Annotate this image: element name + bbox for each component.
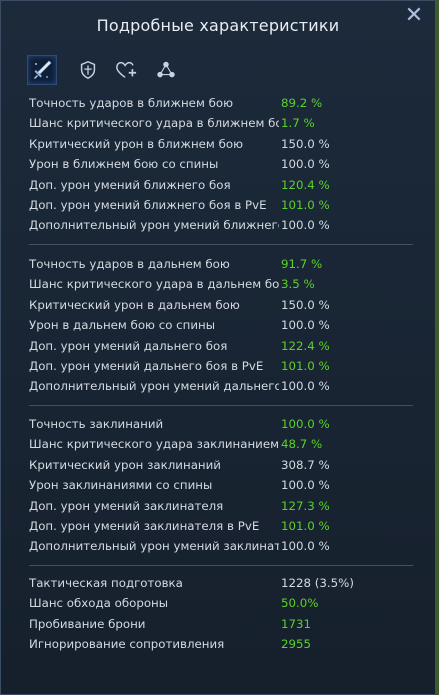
stat-value: 1.7 %	[281, 116, 315, 131]
stat-row: Доп. урон умений дальнего боя 122.4 %	[29, 336, 429, 356]
stat-value: 100.0 %	[281, 379, 330, 394]
sword-icon	[34, 60, 52, 79]
stat-label: Точность ударов в дальнем бою	[29, 257, 230, 271]
stat-row: Критический урон в дальнем бою 150.0 %	[29, 295, 429, 315]
section-divider	[29, 244, 413, 245]
stat-row: Урон в дальнем бою со спины 100.0 %	[29, 315, 429, 335]
stat-value: 48.7 %	[281, 437, 323, 452]
stat-label: Критический урон в дальнем бою	[29, 297, 240, 312]
stat-value: 1731	[281, 616, 312, 631]
stat-row: Пробивание брони 1731	[29, 614, 429, 634]
stat-label: Шанс критического удара в дальнем бою	[29, 277, 279, 292]
stat-value: 122.4 %	[281, 338, 330, 353]
stat-value: 100.0 %	[281, 218, 330, 233]
stat-label: Доп. урон умений заклинателя	[29, 498, 224, 513]
stat-value: 150.0 %	[281, 136, 330, 151]
stat-row: Критический урон в ближнем бою 150.0 %	[29, 134, 429, 154]
section-divider	[29, 565, 413, 566]
stat-value: 100.0 %	[281, 417, 330, 431]
stat-label: Доп. урон умений ближнего боя в PvE	[29, 197, 267, 212]
ranged-stats-section: Точность ударов в дальнем бою 91.7 % Шанс…	[29, 254, 429, 397]
stat-row: Точность ударов в ближнем бою 89.2 %	[29, 93, 429, 113]
tab-attack[interactable]	[27, 55, 57, 85]
stat-value: 100.0 %	[281, 157, 330, 172]
stat-value: 127.3 %	[281, 498, 330, 513]
melee-stats-section: Точность ударов в ближнем бою 89.2 % Шанс…	[29, 93, 429, 236]
stat-row: Дополнительный урон умений ближнего.. 100…	[29, 215, 429, 235]
stat-label: Доп. урон умений дальнего боя в PvE	[29, 358, 264, 373]
stat-label: Точность заклинаний	[29, 417, 164, 431]
stat-value: 91.7 %	[281, 257, 323, 271]
stat-value: 1228 (3.5%)	[281, 576, 354, 590]
stat-value: 100.0 %	[281, 539, 330, 554]
stat-label: Дополнительный урон умений заклинате..	[29, 539, 279, 554]
stat-label: Урон в ближнем бою со спины	[29, 157, 219, 172]
stat-label: Доп. урон умений дальнего боя	[29, 338, 228, 353]
stat-label: Дополнительный урон умений дальнего ..	[29, 379, 279, 394]
stat-row: Доп. урон умений ближнего боя 120.4 %	[29, 175, 429, 195]
stat-value: 101.0 %	[281, 518, 330, 533]
stat-row: Шанс обхода обороны 50.0%	[29, 593, 429, 613]
stat-row: Точность заклинаний 100.0 %	[29, 414, 429, 434]
detailed-stats-panel: Подробные характеристики ✕ Точность удар…	[0, 0, 439, 695]
stat-label: Урон заклинаниями со спины	[29, 478, 213, 493]
stat-row: Урон заклинаниями со спины 100.0 %	[29, 475, 429, 495]
stat-value: 308.7 %	[281, 457, 330, 472]
stat-label: Тактическая подготовка	[29, 576, 183, 590]
panel-title: Подробные характеристики	[96, 16, 340, 35]
stat-label: Критический урон в ближнем бою	[29, 136, 243, 151]
section-divider	[29, 405, 413, 406]
tab-health[interactable]	[111, 55, 141, 85]
stat-label: Критический урон заклинаний	[29, 457, 221, 472]
close-button[interactable]: ✕	[403, 5, 425, 27]
stat-label: Точность ударов в ближнем бою	[29, 96, 234, 110]
stat-row: Тактическая подготовка 1228 (3.5%)	[29, 573, 429, 593]
shield-icon	[80, 60, 96, 80]
stat-row: Доп. урон умений ближнего боя в PvE 101.0…	[29, 195, 429, 215]
stat-row: Игнорирование сопротивления 2955	[29, 634, 429, 654]
tab-defense[interactable]	[73, 55, 103, 85]
stat-row: Критический урон заклинаний 308.7 %	[29, 455, 429, 475]
stat-label: Пробивание брони	[29, 616, 146, 631]
stat-value: 100.0 %	[281, 478, 330, 493]
stat-row: Доп. урон умений дальнего боя в PvE 101.0…	[29, 356, 429, 376]
tab-other[interactable]	[151, 55, 181, 85]
stat-value: 100.0 %	[281, 318, 330, 333]
stat-row: Доп. урон умений заклинателя 127.3 %	[29, 496, 429, 516]
stat-value: 101.0 %	[281, 358, 330, 373]
stat-label: Шанс критического удара в ближнем бою	[29, 116, 279, 131]
heart-plus-icon	[116, 61, 137, 78]
stat-value: 50.0%	[281, 596, 319, 611]
stat-value: 101.0 %	[281, 197, 330, 212]
stat-row: Дополнительный урон умений заклинате.. 10…	[29, 536, 429, 556]
stat-label: Шанс критического удара заклинанием	[29, 437, 279, 452]
magic-stats-section: Точность заклинаний 100.0 % Шанс критичес…	[29, 414, 429, 557]
close-icon: ✕	[404, 3, 424, 28]
stat-row: Шанс критического удара в ближнем бою 1.7…	[29, 113, 429, 133]
stat-label: Игнорирование сопротивления	[29, 637, 225, 652]
stat-value: 2955	[281, 637, 312, 652]
stat-label: Доп. урон умений заклинателя в PvE	[29, 518, 260, 533]
stat-label: Доп. урон умений ближнего боя	[29, 177, 231, 192]
stat-row: Шанс критического удара заклинанием 48.7 …	[29, 434, 429, 454]
misc-stats-section: Тактическая подготовка 1228 (3.5%) Шанс о…	[29, 573, 429, 655]
stat-row: Шанс критического удара в дальнем бою 3.5…	[29, 274, 429, 294]
stat-label: Шанс обхода обороны	[29, 596, 169, 611]
stat-value: 120.4 %	[281, 177, 330, 192]
stat-value: 150.0 %	[281, 297, 330, 312]
stat-row: Дополнительный урон умений дальнего .. 10…	[29, 376, 429, 396]
network-icon	[157, 61, 175, 78]
stat-label: Дополнительный урон умений ближнего..	[29, 218, 279, 233]
stat-row: Точность ударов в дальнем бою 91.7 %	[29, 254, 429, 274]
stat-value: 89.2 %	[281, 96, 323, 110]
stat-row: Урон в ближнем бою со спины 100.0 %	[29, 154, 429, 174]
stat-row: Доп. урон умений заклинателя в PvE 101.0 …	[29, 516, 429, 536]
stat-value: 3.5 %	[281, 277, 315, 292]
stat-label: Урон в дальнем бою со спины	[29, 318, 216, 333]
